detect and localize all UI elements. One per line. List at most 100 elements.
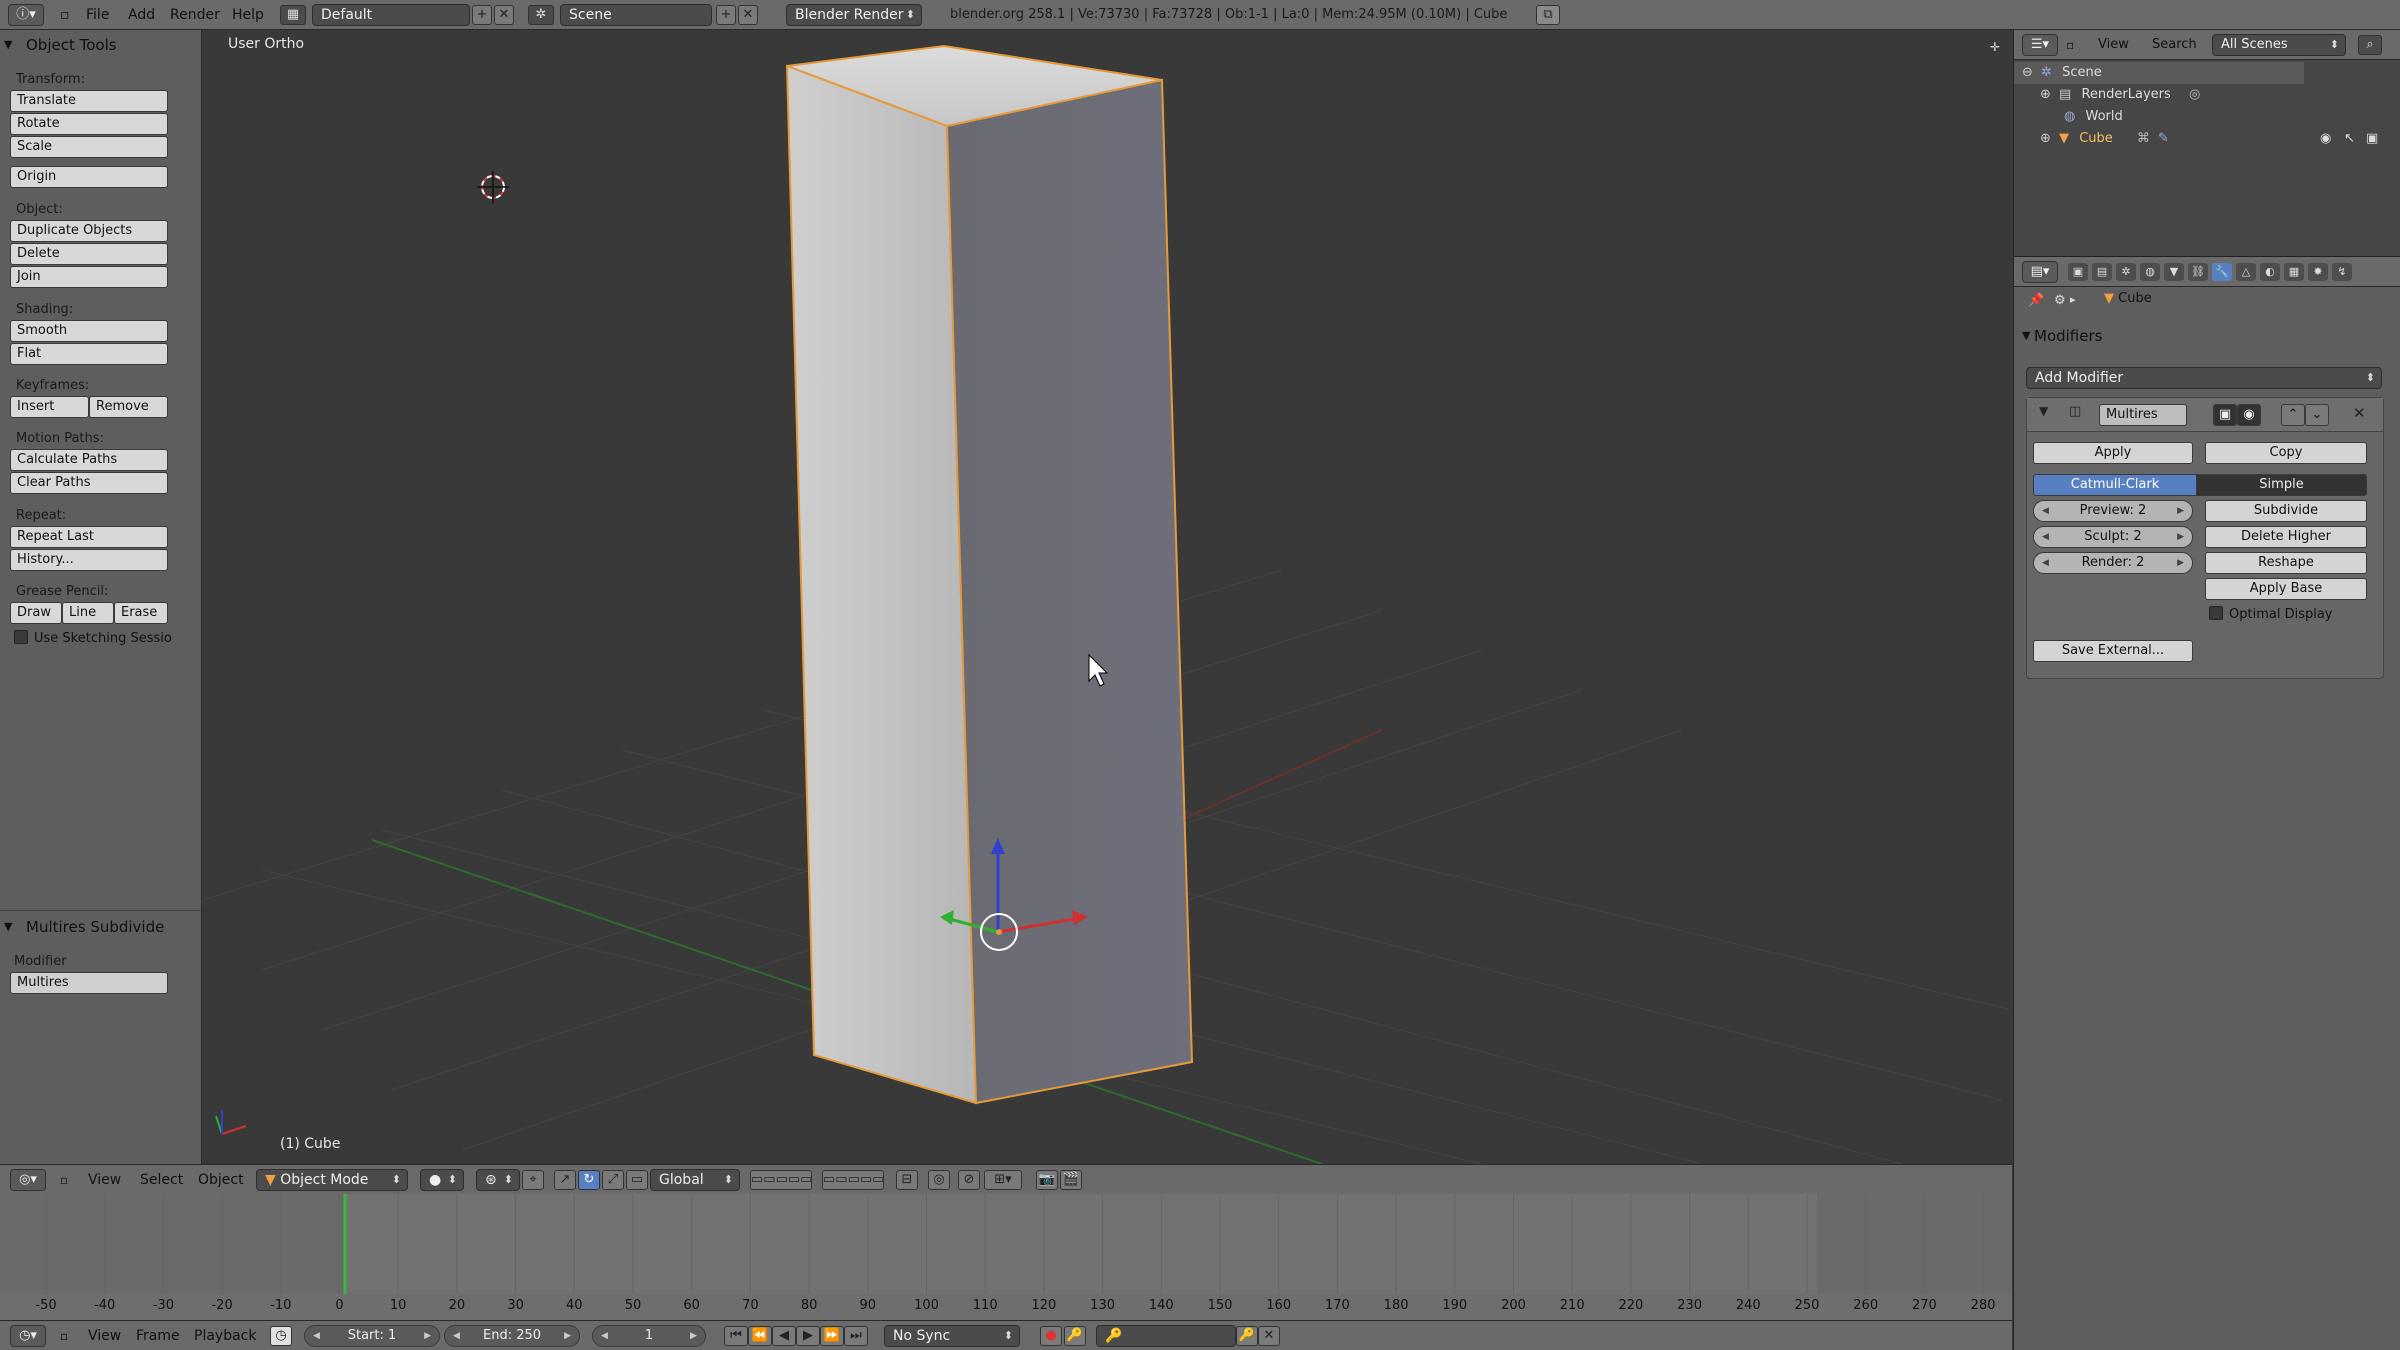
delete-keyframe-icon[interactable]: ✕ xyxy=(1258,1326,1280,1346)
screen-layout-icon[interactable]: ▦ xyxy=(280,5,306,25)
flat-button[interactable]: Flat xyxy=(10,343,168,365)
decrement-arrow-icon[interactable]: ◀ xyxy=(313,1326,320,1346)
data-context-icon[interactable]: △ xyxy=(2236,263,2256,281)
layers-row-1[interactable]: ▭▭▭▭▭ xyxy=(750,1170,812,1190)
insert-keyframe-icon[interactable]: 🔑 xyxy=(1236,1326,1258,1346)
snap-element-select[interactable]: ⊞▾ xyxy=(984,1170,1022,1190)
editor-type-properties-icon[interactable]: ▤▾ xyxy=(2022,261,2058,283)
outliner-item-renderlayers[interactable]: ⊕ ▤ RenderLayers ◎ xyxy=(2014,84,2314,106)
jump-prev-keyframe-icon[interactable]: ⏪ xyxy=(748,1326,772,1346)
remove-keyframe-button[interactable]: Remove xyxy=(89,396,168,418)
current-frame-field[interactable]: ◀ 1 ▶ xyxy=(592,1325,706,1347)
add-layout-icon[interactable]: + xyxy=(472,5,492,25)
collapse-icon[interactable]: ⊖ xyxy=(2022,65,2033,80)
grease-line-button[interactable]: Line xyxy=(62,602,114,624)
world-context-icon[interactable]: ◍ xyxy=(2140,263,2160,281)
editor-type-timeline-icon[interactable]: ◷▾ xyxy=(10,1325,46,1347)
particles-context-icon[interactable]: ✸ xyxy=(2308,263,2328,281)
rotate-button[interactable]: Rotate xyxy=(10,113,168,135)
outliner-search-menu[interactable]: Search xyxy=(2152,30,2197,60)
collapse-menu-icon[interactable]: ▫ xyxy=(60,1165,68,1195)
move-up-icon[interactable]: ⌃ xyxy=(2281,404,2305,426)
sync-mode-select[interactable]: No Sync ⬍ xyxy=(884,1325,1020,1347)
repeat-last-button[interactable]: Repeat Last xyxy=(10,526,168,548)
decrement-arrow-icon[interactable]: ◀ xyxy=(453,1326,460,1346)
proportional-edit-icon[interactable]: ◎ xyxy=(928,1170,950,1190)
menu-help[interactable]: Help xyxy=(232,0,264,30)
record-keyframe-icon[interactable]: ● xyxy=(1040,1326,1062,1346)
operator-modifier-field[interactable]: Multires xyxy=(10,972,168,994)
scale-button[interactable]: Scale xyxy=(10,136,168,158)
collapse-menu-icon[interactable]: ▫ xyxy=(2066,30,2074,60)
increment-arrow-icon[interactable]: ▶ xyxy=(2177,501,2184,521)
menu-frame[interactable]: Frame xyxy=(136,1321,180,1350)
translate-button[interactable]: Translate xyxy=(10,90,168,112)
increment-arrow-icon[interactable]: ▶ xyxy=(564,1326,571,1346)
modifiers-panel-header[interactable]: ▼ Modifiers xyxy=(2014,323,2400,349)
preview-levels-field[interactable]: ◀ Preview: 2 ▶ xyxy=(2033,500,2193,522)
remove-modifier-icon[interactable]: ✕ xyxy=(2353,404,2366,422)
decrement-arrow-icon[interactable]: ◀ xyxy=(2042,553,2049,573)
physics-context-icon[interactable]: ↯ xyxy=(2332,263,2352,281)
remove-layout-icon[interactable]: ✕ xyxy=(494,5,514,25)
move-down-icon[interactable]: ⌄ xyxy=(2305,404,2329,426)
outliner-item-cube[interactable]: ⊕ ▼ Cube ⌘ ✎ ◉ ↖ ▣ xyxy=(2014,128,2400,150)
menu-file[interactable]: File xyxy=(86,0,109,30)
menu-render[interactable]: Render xyxy=(170,0,220,30)
active-keying-set-select[interactable]: 🔑 xyxy=(1096,1325,1236,1347)
insert-keyframe-button[interactable]: Insert xyxy=(10,396,89,418)
render-camera-icon[interactable]: ▣ xyxy=(2366,128,2378,150)
render-opengl-icon[interactable]: 📷 xyxy=(1036,1170,1058,1190)
select-arrow-icon[interactable]: ↖ xyxy=(2344,128,2355,150)
layers-row-2[interactable]: ▭▭▭▭▭ xyxy=(822,1170,884,1190)
grease-draw-button[interactable]: Draw xyxy=(10,602,62,624)
play-reverse-icon[interactable]: ◀ xyxy=(772,1326,796,1346)
increment-arrow-icon[interactable]: ▶ xyxy=(2177,527,2184,547)
outliner-view-menu[interactable]: View xyxy=(2098,30,2129,60)
increment-arrow-icon[interactable]: ▶ xyxy=(690,1326,697,1346)
reshape-button[interactable]: Reshape xyxy=(2205,552,2367,574)
preview-range-icon[interactable]: ◷ xyxy=(270,1326,292,1346)
visibility-eye-icon[interactable]: ◉ xyxy=(2320,128,2331,150)
render-engine-select[interactable]: Blender Render ⬍ xyxy=(786,4,922,26)
manipulator-toggle-icon[interactable]: ⌖ xyxy=(522,1170,544,1190)
delete-button[interactable]: Delete xyxy=(10,243,168,265)
origin-button[interactable]: Origin xyxy=(10,166,168,188)
scene-icon[interactable]: ✲ xyxy=(528,5,554,25)
3d-viewport[interactable]: User Ortho (1) Cube ✛ xyxy=(202,30,2012,1164)
outliner-item-world[interactable]: ◍ World xyxy=(2014,106,2314,128)
transform-orientation-select[interactable]: Global ⬍ xyxy=(650,1169,740,1191)
render-animation-icon[interactable]: 🎬 xyxy=(1060,1170,1082,1190)
editor-type-info-icon[interactable]: ⓘ▾ xyxy=(8,4,44,26)
decrement-arrow-icon[interactable]: ◀ xyxy=(2042,527,2049,547)
rotate-manipulator-icon[interactable]: ↻ xyxy=(578,1170,600,1190)
collapse-menu-icon[interactable]: ▫ xyxy=(60,1321,68,1350)
operator-panel-header[interactable]: ▼ Multires Subdivide xyxy=(0,914,201,940)
texture-context-icon[interactable]: ▦ xyxy=(2284,263,2304,281)
scale-manipulator-icon[interactable]: ⤢ xyxy=(602,1170,624,1190)
delete-higher-button[interactable]: Delete Higher xyxy=(2205,526,2367,548)
decrement-arrow-icon[interactable]: ◀ xyxy=(2042,501,2049,521)
menu-view[interactable]: View xyxy=(88,1165,121,1195)
cube-object[interactable] xyxy=(785,44,1194,1105)
increment-arrow-icon[interactable]: ▶ xyxy=(2177,553,2184,573)
search-icon[interactable]: ⌕ xyxy=(2358,35,2382,55)
simple-toggle[interactable]: Simple xyxy=(2196,474,2367,496)
editor-type-outliner-icon[interactable]: ☰▾ xyxy=(2022,34,2058,56)
jump-end-icon[interactable]: ⏭ xyxy=(844,1326,868,1346)
optimal-display-checkbox[interactable]: Optimal Display xyxy=(2209,606,2333,622)
join-button[interactable]: Join xyxy=(10,266,168,288)
expand-toggle-icon[interactable]: ▼ xyxy=(2039,404,2048,418)
pivot-point-select[interactable]: ⊛ ⬍ xyxy=(476,1169,520,1191)
clear-paths-button[interactable]: Clear Paths xyxy=(10,472,168,494)
interaction-mode-select[interactable]: ▼ Object Mode ⬍ xyxy=(256,1169,408,1191)
smooth-button[interactable]: Smooth xyxy=(10,320,168,342)
pin-icon[interactable]: 📌 xyxy=(2028,293,2044,308)
play-icon[interactable]: ▶ xyxy=(796,1326,820,1346)
grease-erase-button[interactable]: Erase xyxy=(114,602,168,624)
copy-button[interactable]: Copy xyxy=(2205,442,2367,464)
window-fullscreen-icon[interactable]: ⧉ xyxy=(1536,5,1560,25)
save-external-button[interactable]: Save External... xyxy=(2033,640,2193,662)
end-frame-field[interactable]: ◀ End: 250 ▶ xyxy=(444,1325,580,1347)
renderlayers-context-icon[interactable]: ▤ xyxy=(2092,263,2112,281)
